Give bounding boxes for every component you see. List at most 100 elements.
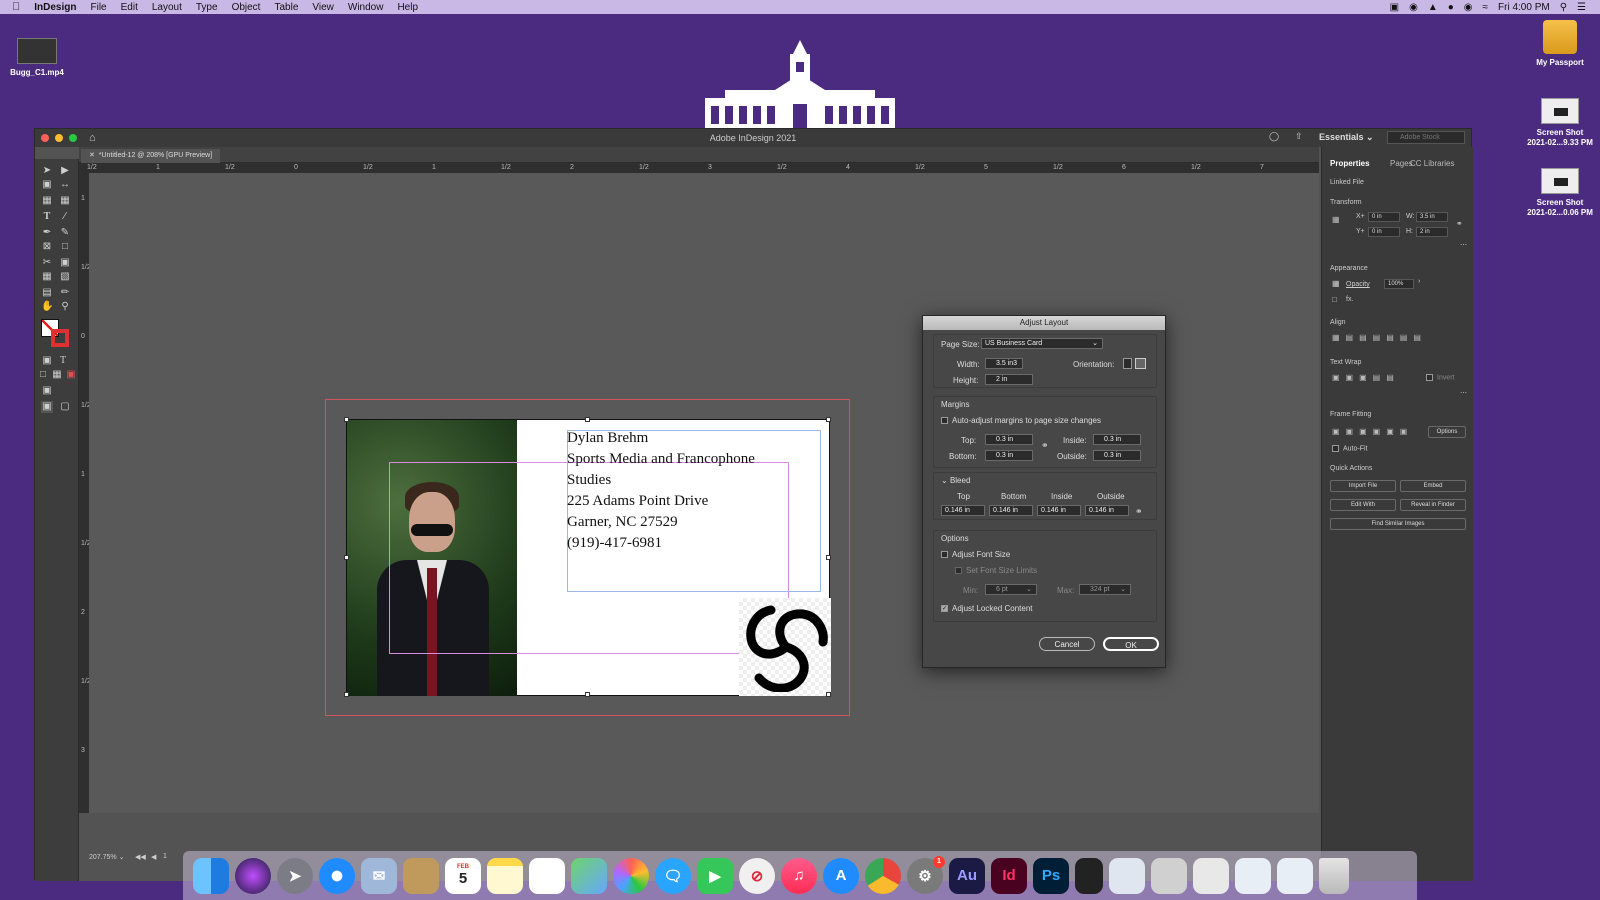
prev-page-icon[interactable]: ◀ [151,853,156,861]
content-placer-icon[interactable]: ▦ [59,195,71,207]
frame-fitting-icons[interactable]: ▣▣▣▣▣▣ [1332,427,1413,436]
bleed-inside-input[interactable]: 0.146 in [1037,505,1081,516]
selection-handle[interactable] [585,417,590,422]
page-tool-icon[interactable]: ▣ [41,179,53,191]
desktop-stack-icon[interactable] [1235,857,1271,894]
menu-table[interactable]: Table [274,2,298,13]
menu-help[interactable]: Help [397,2,418,13]
content-collector-icon[interactable]: ▦ [41,195,53,207]
vertical-ruler[interactable]: 1 1/2 0 1/2 1 1/2 2 1/2 3 [79,173,91,813]
tab-properties[interactable]: Properties [1330,159,1370,168]
fill-icon[interactable]: ▦ [1332,279,1340,288]
safari-icon[interactable] [319,857,355,894]
hand-tool-icon[interactable]: ✋ [41,301,53,313]
notification-center-icon[interactable]: ☰ [1577,2,1586,13]
adjust-font-checkbox-box[interactable] [941,551,948,559]
workspace-switcher[interactable]: Essentials ⌄ [1319,132,1374,143]
tab-cc-libraries[interactable]: CC Libraries [1410,159,1454,168]
contacts-icon[interactable] [403,857,439,894]
photos-icon[interactable] [613,857,649,894]
selection-handle[interactable] [344,555,349,560]
reference-point-icon[interactable]: ▦ [1332,215,1346,224]
screen-mirror-icon[interactable]: ▣ [1390,2,1399,13]
pencil-tool-icon[interactable]: ✎ [59,227,71,239]
adjust-locked-checkbox[interactable]: ✓ Adjust Locked Content [941,604,1033,613]
auto-adjust-checkbox[interactable]: Auto-adjust margins to page size changes [941,416,1101,425]
margin-inside-input[interactable]: 0.3 in [1093,434,1141,445]
height-input[interactable]: 2 in [985,374,1033,385]
auto-fit-checkbox-box[interactable] [1332,445,1339,452]
more-options-icon[interactable]: ⋯ [1460,241,1467,249]
reminders-icon[interactable] [529,857,565,894]
photoshop-icon[interactable]: Ps [1033,857,1069,894]
portrait-orientation-icon[interactable] [1123,358,1132,369]
close-tab-icon[interactable]: ✕ [89,152,95,159]
first-page-icon[interactable]: ◀◀ [135,853,146,861]
selection-handle[interactable] [826,555,831,560]
triskelion-logo-frame[interactable] [739,598,831,696]
screen-mode-icon[interactable]: ▣ [41,385,53,397]
chevron-right-icon[interactable]: › [1418,278,1420,285]
gradient-feather-tool-icon[interactable]: ▧ [59,271,71,283]
bleed-link-icon[interactable]: ⚭ [1135,506,1143,517]
gradient-swatch-tool-icon[interactable]: ▦ [41,271,53,283]
edit-with-button[interactable]: Edit With [1330,499,1396,511]
menu-object[interactable]: Object [232,2,261,13]
margin-link-icon[interactable]: ⚭ [1041,440,1049,451]
desktop-drive[interactable]: My Passport [1515,20,1600,68]
folder-stack-icon[interactable] [1277,857,1313,894]
extension-icon[interactable]: ◉ [1464,2,1473,13]
apply-none-icon[interactable]: ▣ [65,369,77,381]
align-icons[interactable]: ▦▤▤▤▤▤▤ [1332,333,1427,342]
messages-icon[interactable]: 🗨 [655,857,691,894]
apply-gradient-icon[interactable]: ▦ [51,369,63,381]
downloads-stack-icon[interactable] [1109,857,1145,894]
import-file-button[interactable]: Import File [1330,480,1396,492]
clock[interactable]: Fri 4:00 PM [1498,2,1550,13]
menu-layout[interactable]: Layout [152,2,182,13]
facetime-icon[interactable]: ▶ [697,857,733,894]
margin-outside-input[interactable]: 0.3 in [1093,450,1141,461]
music-icon[interactable]: ♫ [781,857,817,894]
stroke-icon[interactable]: □ [1332,295,1337,304]
opacity-field[interactable]: 100% [1384,279,1414,289]
rectangle-tool-icon[interactable]: □ [59,241,71,253]
document-tab[interactable]: ✕ *Untitled-12 @ 208% [GPU Preview] [81,149,221,163]
invert-checkbox[interactable]: Invert [1426,374,1455,381]
landscape-orientation-icon[interactable] [1135,358,1146,369]
calendar-icon[interactable]: FEB 5 [445,857,481,894]
reveal-in-finder-button[interactable]: Reveal in Finder [1400,499,1466,511]
maps-icon[interactable] [571,857,607,894]
selection-handle[interactable] [344,417,349,422]
finder-icon[interactable] [193,857,229,894]
home-icon[interactable]: ⌂ [89,132,96,144]
x-position-field[interactable]: 0 in [1368,212,1400,222]
bleed-top-input[interactable]: 0.146 in [941,505,985,516]
indesign-dock-icon[interactable]: Id [991,857,1027,894]
business-card-page[interactable]: Dylan Brehm Sports Media and Francophone… [344,417,831,697]
menu-file[interactable]: File [90,2,106,13]
desktop-video-file[interactable]: Bugg_C1.mp4 [0,38,82,78]
fitting-options-button[interactable]: Options [1428,426,1466,438]
selection-handle[interactable] [585,692,590,697]
dollar-icon[interactable]: ● [1448,2,1454,13]
adjust-locked-checkbox-box[interactable]: ✓ [941,605,948,613]
close-window-button[interactable] [41,134,49,142]
menu-edit[interactable]: Edit [121,2,138,13]
type-tool-icon[interactable]: T [41,211,53,223]
audition-icon[interactable]: Au [949,857,985,894]
menu-view[interactable]: View [312,2,334,13]
selection-tool-icon[interactable]: ➤ [41,165,53,177]
bleed-bottom-input[interactable]: 0.146 in [989,505,1033,516]
set-limits-checkbox-box[interactable] [955,567,962,575]
horizontal-ruler[interactable]: 1/2 1 1/2 0 1/2 1 1/2 2 1/2 3 1/2 4 1/2 5 1/2 6 1/2 7 [79,163,1319,173]
margin-top-input[interactable]: 0.3 in [985,434,1033,445]
share-icon[interactable]: ⇧ [1295,131,1303,142]
pen-tool-icon[interactable]: ✒ [41,227,53,239]
line-tool-icon[interactable]: ∕ [59,211,71,223]
min-font-select[interactable]: 6 pt ⌄ [985,584,1037,595]
minimize-window-button[interactable] [55,134,63,142]
direct-selection-tool-icon[interactable]: ▶ [59,165,71,177]
formatting-container-icon[interactable]: ▣ [41,355,53,367]
constrain-link-icon[interactable]: ⚭ [1456,219,1463,228]
